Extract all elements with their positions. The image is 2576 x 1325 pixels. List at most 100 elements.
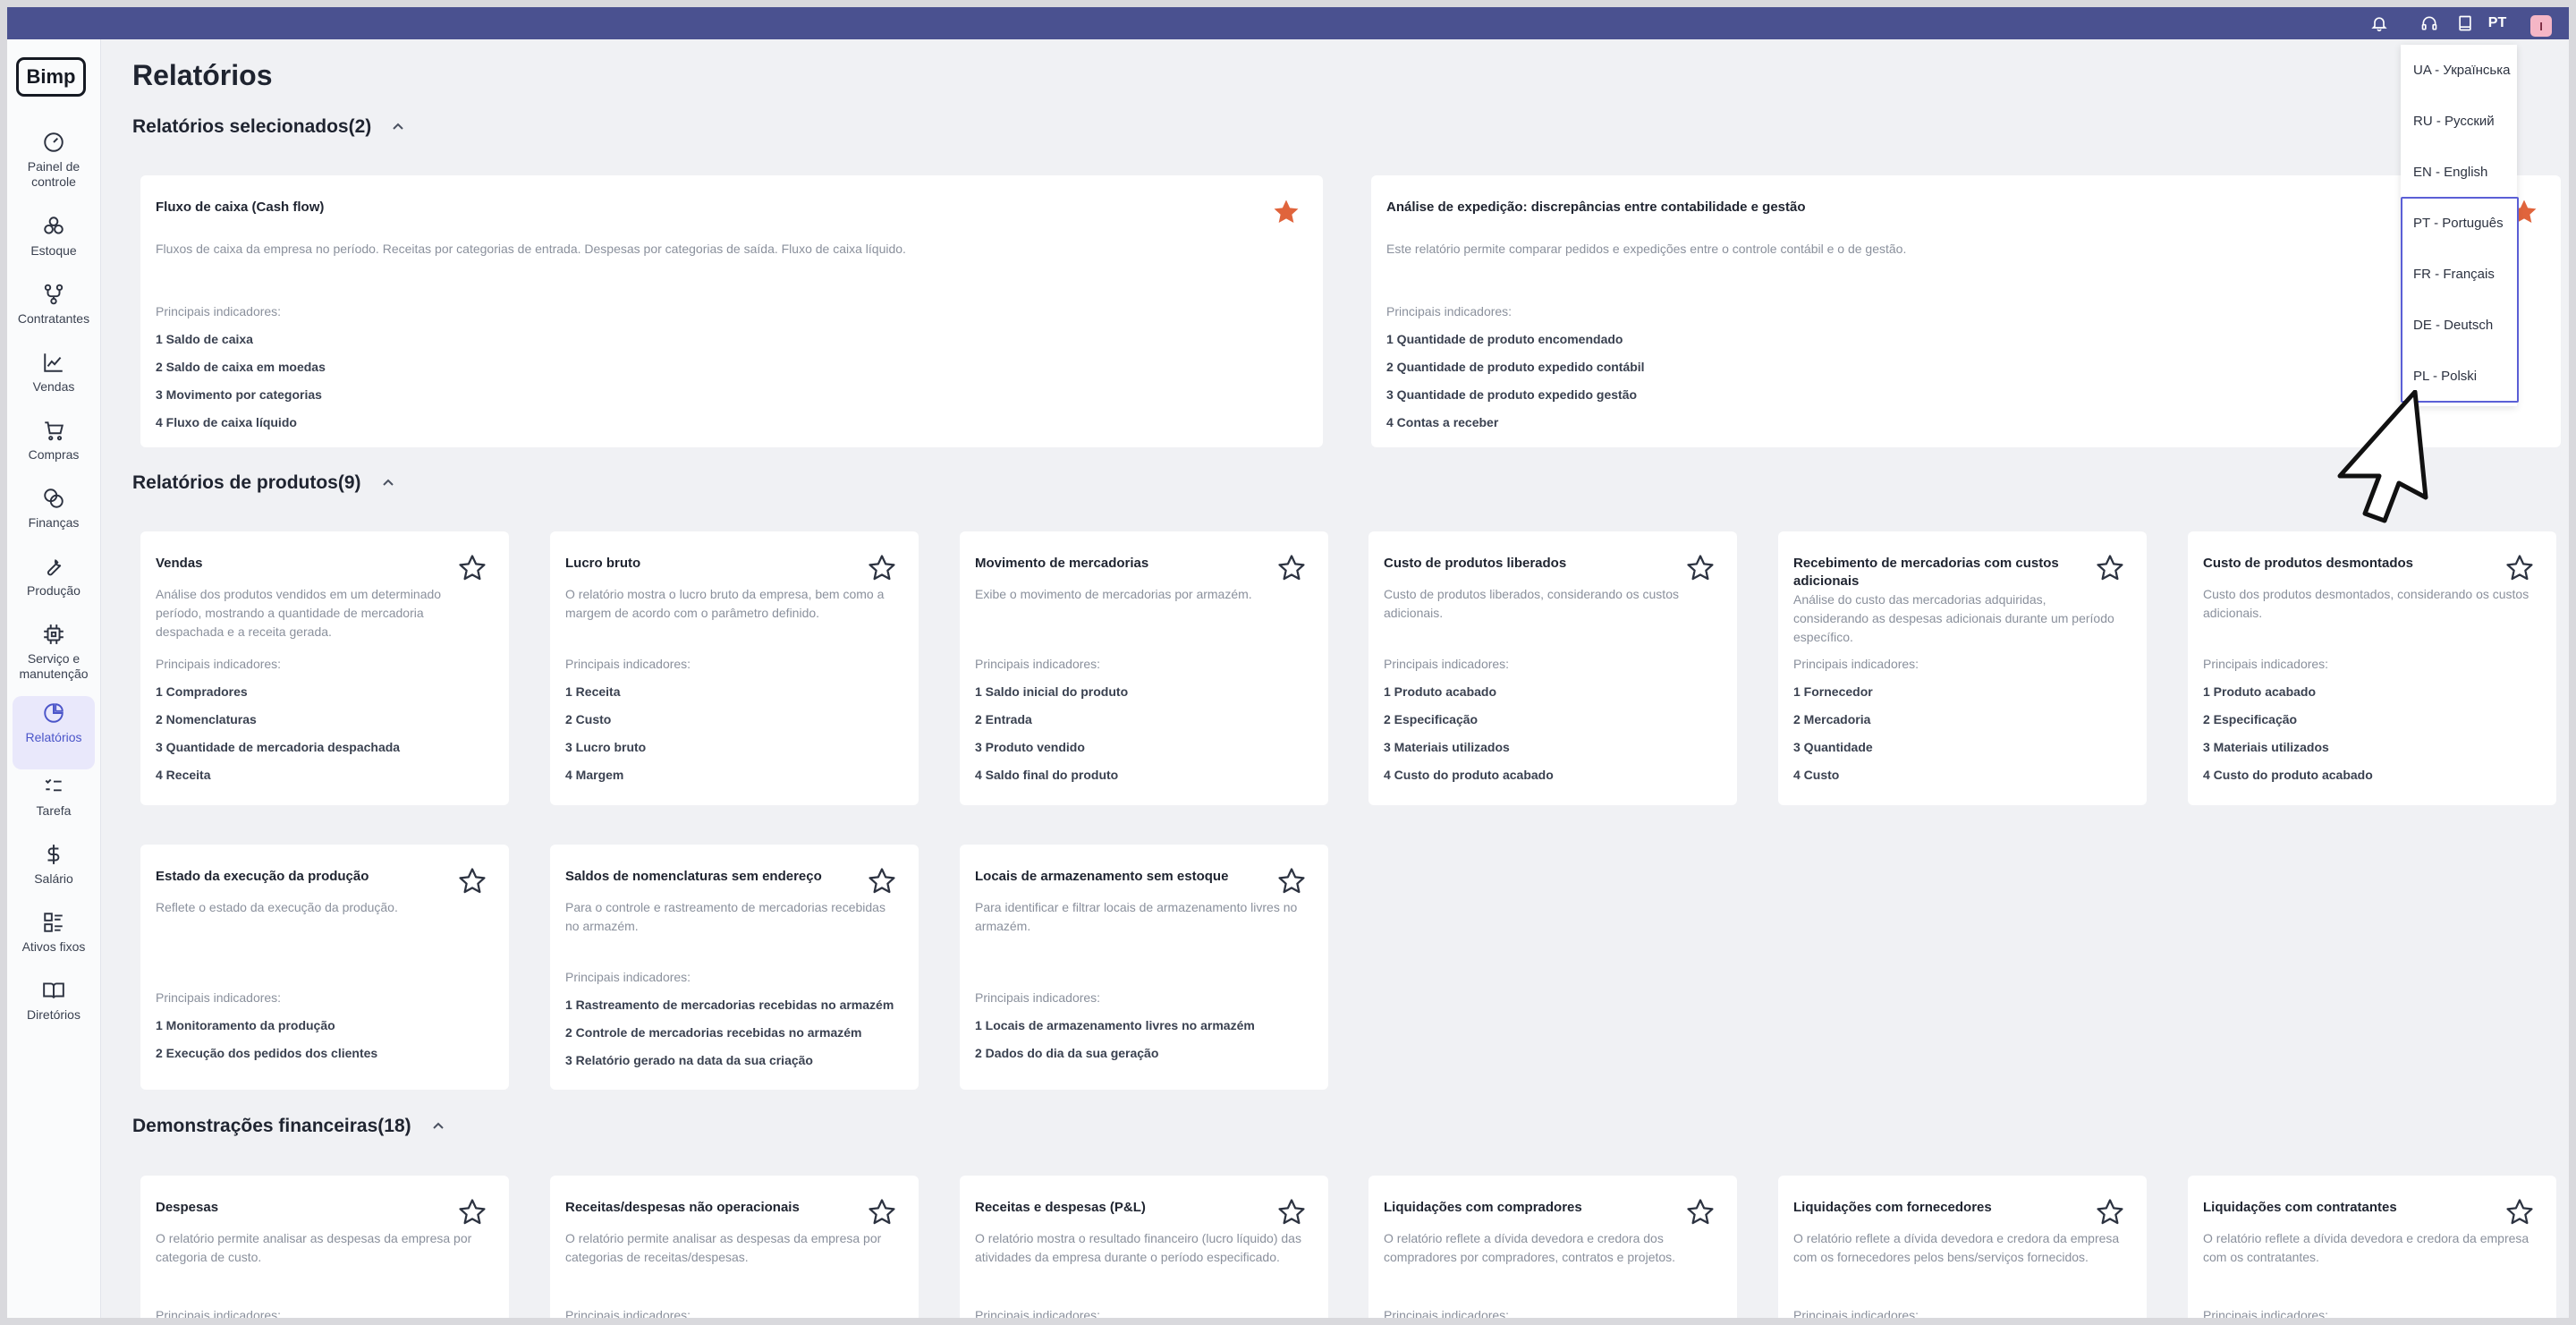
sidebar-item-tasks[interactable]: Tarefa: [13, 769, 95, 819]
sidebar-item-fixed-assets[interactable]: Ativos fixos: [13, 905, 95, 955]
sidebar-item-label: Estoque: [30, 243, 77, 258]
bell-icon[interactable]: [2368, 7, 2390, 39]
sidebar-item-dashboard[interactable]: Painel de controle: [13, 125, 95, 190]
user-avatar-wrap[interactable]: I: [2528, 7, 2555, 39]
star-outline-icon[interactable]: [867, 553, 897, 583]
report-card[interactable]: Receitas/despesas não operacionais O rela…: [550, 1176, 919, 1318]
indicator-item: 1 Compradores: [156, 684, 248, 699]
indicator-item: 2 Saldo de caixa em moedas: [156, 360, 326, 374]
sidebar-item-label: Serviço e manutenção: [19, 651, 89, 681]
avatar[interactable]: I: [2530, 15, 2552, 37]
language-option[interactable]: EN - English: [2413, 165, 2487, 180]
language-option[interactable]: RU - Русский: [2413, 114, 2495, 129]
star-outline-icon[interactable]: [457, 866, 487, 896]
report-card[interactable]: Lucro bruto O relatório mostra o lucro br…: [550, 531, 919, 805]
indicator-item: 1 Monitoramento da produção: [156, 1018, 335, 1032]
indicators-label: Principais indicadores:: [1384, 657, 1510, 671]
star-filled-icon[interactable]: [1271, 197, 1301, 227]
indicators-label: Principais indicadores:: [1793, 657, 1919, 671]
indicator-item: 1 Produto acabado: [1384, 684, 1497, 699]
sidebar-item-label: Painel de controle: [27, 159, 80, 189]
card-description: O relatório permite analisar as despesas…: [156, 1231, 472, 1264]
indicators-label: Principais indicadores:: [156, 1308, 282, 1318]
report-card[interactable]: Custo de produtos liberados Custo de prod…: [1368, 531, 1737, 805]
report-card[interactable]: Liquidações com compradores O relatório r…: [1368, 1176, 1737, 1318]
report-card[interactable]: Saldos de nomenclaturas sem endereço Para…: [550, 845, 919, 1090]
language-option[interactable]: UA - Українська: [2413, 63, 2510, 78]
sidebar-item-inventory[interactable]: Estoque: [13, 209, 95, 259]
star-outline-icon[interactable]: [2095, 1197, 2125, 1227]
main-content: Relatórios Relatórios selecionados(2) Fl…: [101, 39, 2569, 1318]
chevron-up-icon[interactable]: [381, 476, 395, 490]
star-outline-icon[interactable]: [1276, 553, 1307, 583]
star-outline-icon[interactable]: [1685, 1197, 1716, 1227]
report-card[interactable]: Estado da execução da produção Reflete o …: [140, 845, 509, 1090]
report-card[interactable]: Receitas e despesas (P&L) O relatório mos…: [960, 1176, 1328, 1318]
sidebar-item-sales[interactable]: Vendas: [13, 345, 95, 395]
sidebar-item-label: Relatórios: [25, 730, 82, 744]
report-card[interactable]: Liquidações com fornecedores O relatório …: [1778, 1176, 2147, 1318]
indicator-item: 1 Saldo inicial do produto: [975, 684, 1129, 699]
section-products-header[interactable]: Relatórios de produtos(9): [132, 472, 395, 494]
cart-icon: [45, 421, 64, 441]
indicator-item: 2 Especificação: [2203, 712, 2298, 726]
sidebar-item-label: Salário: [34, 871, 73, 886]
indicator-item: 3 Quantidade: [1793, 740, 1873, 754]
report-card[interactable]: Liquidações com contratantes O relatório …: [2188, 1176, 2556, 1318]
indicator-item: 1 Rastreamento de mercadorias recebidas …: [565, 998, 894, 1012]
star-outline-icon[interactable]: [867, 1197, 897, 1227]
card-title: Lucro bruto: [565, 556, 641, 571]
star-outline-icon[interactable]: [2504, 1197, 2535, 1227]
sidebar-item-finance[interactable]: Finanças: [13, 481, 95, 531]
report-card[interactable]: Recebimento de mercadorias com custos ad…: [1778, 531, 2147, 805]
sidebar-item-label: Produção: [27, 583, 80, 598]
language-switcher[interactable]: PT: [2483, 7, 2512, 39]
card-description: Este relatório permite comparar pedidos …: [1386, 242, 1907, 256]
sidebar-item-label: Diretórios: [27, 1007, 80, 1022]
star-outline-icon[interactable]: [1276, 866, 1307, 896]
sidebar-item-service[interactable]: Serviço e manutenção: [13, 617, 95, 682]
star-outline-icon[interactable]: [1276, 1197, 1307, 1227]
section-title: Relatórios de produtos(9): [132, 472, 361, 493]
star-outline-icon[interactable]: [867, 866, 897, 896]
card-title: Estado da execução da produção: [156, 869, 369, 884]
report-card[interactable]: Movimento de mercadorias Exibe o moviment…: [960, 531, 1328, 805]
indicator-item: 3 Produto vendido: [975, 740, 1085, 754]
sidebar: Bimp Painel de controle Estoque Contrata…: [7, 39, 101, 1318]
indicator-item: 3 Materiais utilizados: [1384, 740, 1510, 754]
indicators-label: Principais indicadores:: [565, 1308, 691, 1318]
chevron-up-icon[interactable]: [391, 120, 405, 134]
indicator-item: 4 Contas a receber: [1386, 415, 1499, 429]
sidebar-item-production[interactable]: Produção: [13, 549, 95, 599]
chevron-up-icon[interactable]: [431, 1119, 445, 1134]
section-financial-header[interactable]: Demonstrações financeiras(18): [132, 1116, 445, 1137]
book-icon[interactable]: [2454, 7, 2476, 39]
indicator-item: 1 Quantidade de produto encomendado: [1386, 332, 1623, 346]
star-outline-icon[interactable]: [457, 1197, 487, 1227]
indicator-item: 4 Custo: [1793, 768, 1840, 782]
section-selected-header[interactable]: Relatórios selecionados(2): [132, 116, 405, 138]
chart-line-icon: [44, 353, 63, 372]
app-logo[interactable]: Bimp: [16, 57, 86, 97]
report-card[interactable]: Despesas O relatório permite analisar as …: [140, 1176, 509, 1318]
star-outline-icon[interactable]: [1685, 553, 1716, 583]
star-outline-icon[interactable]: [2504, 553, 2535, 583]
star-outline-icon[interactable]: [457, 553, 487, 583]
sidebar-item-directories[interactable]: Diretórios: [13, 973, 95, 1023]
task-list-icon: [45, 778, 62, 792]
star-outline-icon[interactable]: [2095, 553, 2125, 583]
report-card[interactable]: Fluxo de caixa (Cash flow) Fluxos de cai…: [140, 175, 1323, 447]
report-card[interactable]: Custo de produtos desmontados Custo dos p…: [2188, 531, 2556, 805]
sidebar-item-label: Ativos fixos: [21, 939, 86, 954]
headset-icon[interactable]: [2419, 7, 2440, 39]
chip-icon: [44, 624, 64, 644]
sidebar-item-salary[interactable]: Salário: [13, 837, 95, 887]
report-card[interactable]: Locais de armazenamento sem estoque Para …: [960, 845, 1328, 1090]
sidebar-item-reports[interactable]: Relatórios: [13, 696, 95, 769]
page-title: Relatórios: [132, 59, 273, 91]
indicator-item: 3 Quantidade de produto expedido gestão: [1386, 387, 1638, 402]
sidebar-item-contractors[interactable]: Contratantes: [13, 277, 95, 327]
top-bar: PT I: [7, 7, 2569, 39]
report-card[interactable]: Vendas Análise dos produtos vendidos em u…: [140, 531, 509, 805]
sidebar-item-purchases[interactable]: Compras: [13, 413, 95, 463]
